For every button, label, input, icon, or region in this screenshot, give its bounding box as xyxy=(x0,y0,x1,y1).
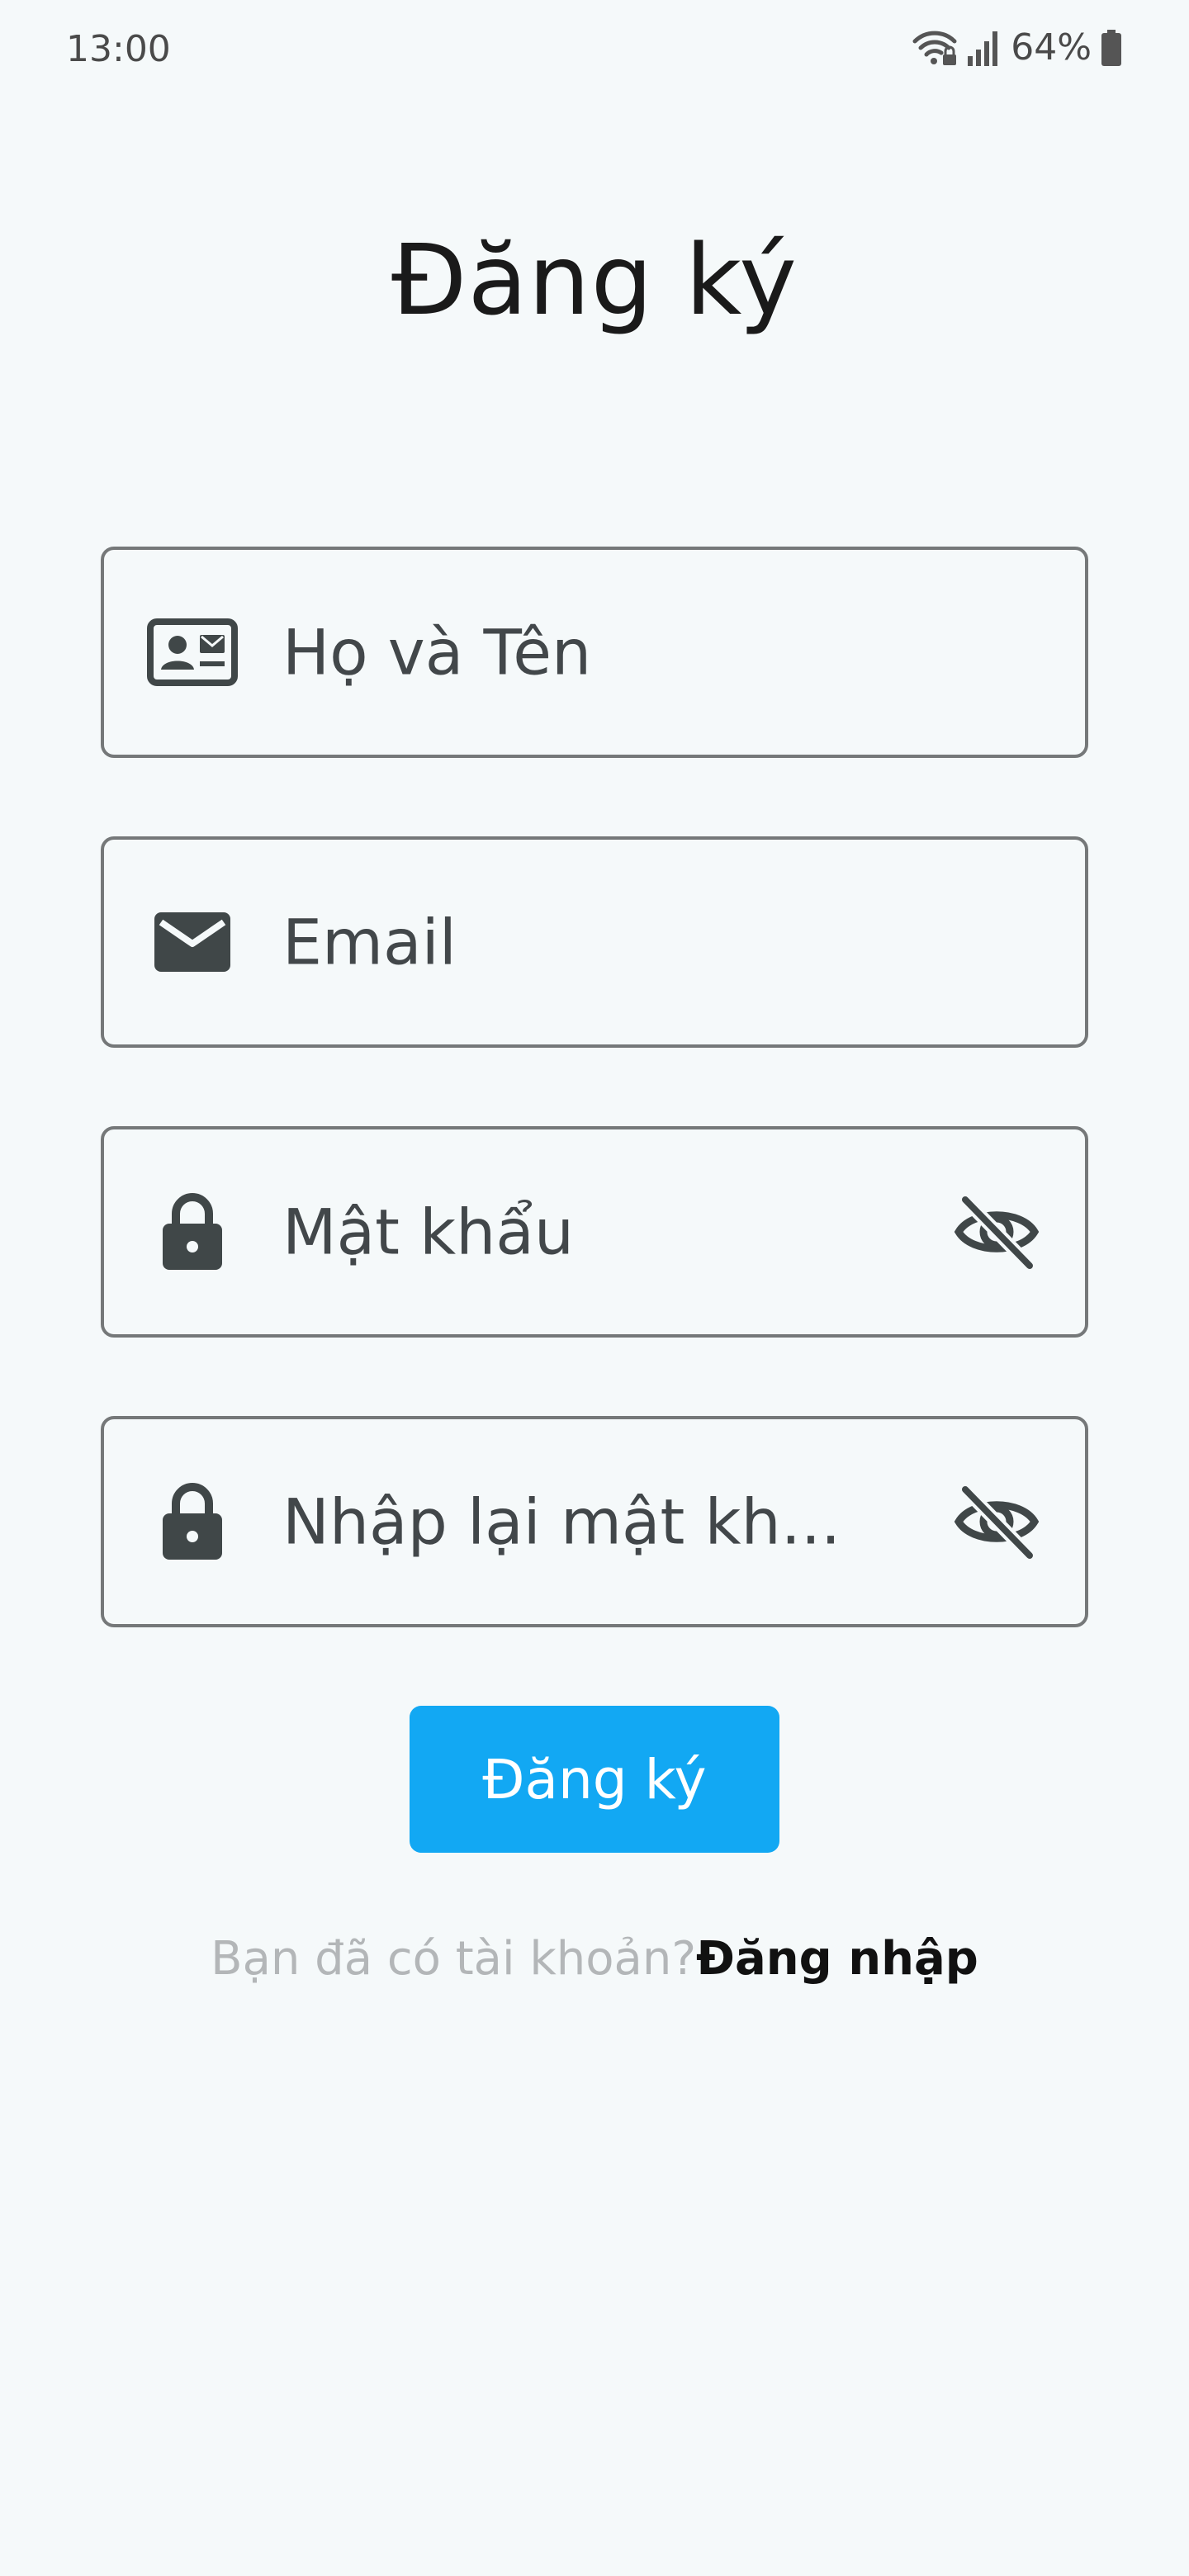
full-name-field[interactable]: Họ và Tên xyxy=(101,547,1088,758)
lock-icon xyxy=(147,1476,238,1567)
login-prompt: Bạn đã có tài khoản?Đăng nhập xyxy=(0,1932,1189,1986)
lock-icon xyxy=(147,1186,238,1277)
password-field[interactable]: Mật khẩu xyxy=(101,1126,1088,1338)
confirm-visibility-off-icon[interactable] xyxy=(951,1476,1042,1567)
password-visibility-off-icon[interactable] xyxy=(951,1186,1042,1277)
status-time: 13:00 xyxy=(66,28,171,70)
signal-icon xyxy=(966,28,1002,68)
login-question: Bạn đã có tài khoản? xyxy=(211,1932,697,1986)
contact-card-icon xyxy=(147,607,238,698)
email-placeholder: Email xyxy=(282,905,457,979)
status-icons: 64% xyxy=(912,26,1123,69)
page-title: Đăng ký xyxy=(391,223,798,337)
mail-icon xyxy=(147,897,238,987)
battery-text: 64% xyxy=(1011,26,1092,69)
password-placeholder: Mật khẩu xyxy=(282,1195,575,1269)
email-field[interactable]: Email xyxy=(101,836,1088,1048)
wifi-lock-icon xyxy=(912,28,958,68)
confirm-password-field[interactable]: Nhập lại mật kh... xyxy=(101,1416,1088,1627)
confirm-password-placeholder: Nhập lại mật kh... xyxy=(282,1485,841,1559)
battery-icon xyxy=(1100,28,1123,68)
register-button[interactable]: Đăng ký xyxy=(410,1706,779,1853)
full-name-placeholder: Họ và Tên xyxy=(282,615,592,689)
login-link[interactable]: Đăng nhập xyxy=(696,1932,978,1986)
status-bar: 13:00 64% xyxy=(0,0,1189,99)
